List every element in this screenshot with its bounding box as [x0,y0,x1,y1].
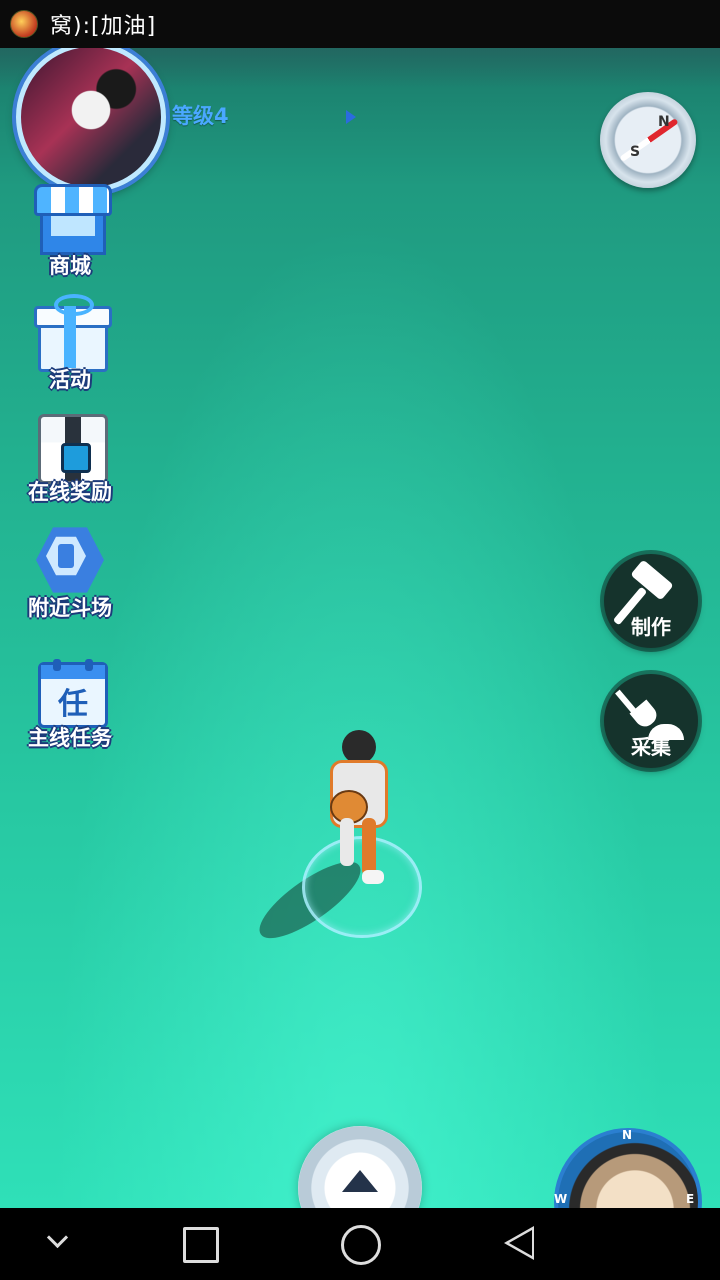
status-notification-text: 窝):[加油] [50,14,157,39]
minimap-west: W [554,1192,568,1206]
gather-button[interactable]: 采集 [604,674,698,768]
recent-apps-icon[interactable] [183,1227,219,1263]
online-reward-button[interactable]: 在线奖励 [18,406,122,506]
minimap-east: E [686,1192,695,1206]
player-level: 等级4 [172,104,229,128]
up-arrow-icon [342,1170,378,1192]
main-quest-button[interactable]: 任 主线任务 [18,652,122,752]
online-reward-label: 在线奖励 [28,480,112,504]
home-icon[interactable] [341,1225,381,1265]
compass-south-label: S [630,144,641,160]
expand-arrow-icon[interactable] [346,110,356,124]
craft-label: 制作 [631,615,671,639]
minimap-north: N [622,1128,633,1142]
shop-button[interactable]: 商城 [18,180,122,280]
compass-button[interactable]: S N [600,92,696,188]
arena-icon [32,522,108,598]
game-world[interactable]: 等级4 S N 商城 活动 在线奖励 附近斗场 任 主线任务 制作 采集 [0,48,720,1208]
nearby-arena-button[interactable]: 附近斗场 [18,522,122,622]
events-button[interactable]: 活动 [18,294,122,394]
craft-button[interactable]: 制作 [604,554,698,648]
game-app-icon [10,10,38,38]
player-avatar[interactable] [16,48,166,192]
main-quest-label: 主线任务 [28,726,112,750]
calendar-icon: 任 [32,652,108,728]
nearby-arena-label: 附近斗场 [28,596,112,620]
compass-north-label: N [658,114,670,130]
shop-icon [32,180,112,256]
quest-glyph: 任 [58,687,88,722]
shop-label: 商城 [49,254,91,278]
events-label: 活动 [49,368,91,392]
chest-icon [32,406,108,484]
gift-icon [32,294,112,372]
gather-label: 采集 [631,735,671,759]
status-bar: 窝):[加油] [0,0,720,48]
